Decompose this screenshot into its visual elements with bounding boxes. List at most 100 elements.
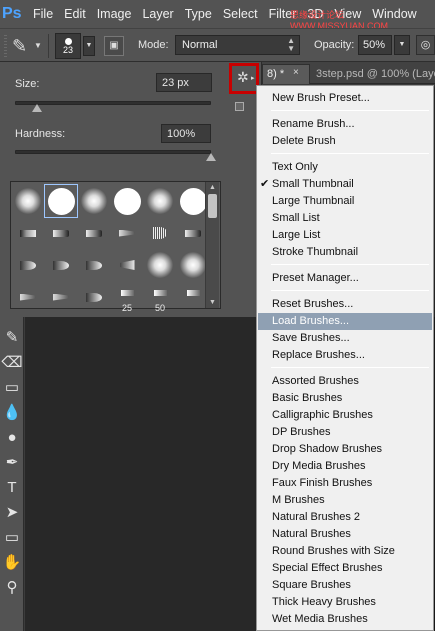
brush-preset-3[interactable] (78, 185, 110, 217)
pressure-opacity-icon[interactable]: ◎ (416, 35, 435, 55)
brush-tool-icon[interactable]: ✎ (12, 36, 27, 57)
menu-select[interactable]: Select (220, 7, 266, 21)
brush-grid-scrollbar[interactable]: ▲ ▼ (205, 182, 219, 308)
menu-item-dry-media-brushes[interactable]: Dry Media Brushes (258, 458, 432, 475)
size-slider-thumb[interactable] (31, 104, 42, 112)
brush-preset-10[interactable] (111, 217, 143, 249)
brush-preset-picker[interactable]: 23 (55, 33, 81, 59)
brush-panel-toggle-icon[interactable]: ▣ (104, 36, 124, 56)
opacity-label: Opacity: (314, 39, 355, 51)
tab-current-document[interactable]: 8) * × (262, 64, 310, 84)
scroll-up-icon[interactable]: ▲ (209, 184, 216, 191)
brush-preset-size: 50 (154, 303, 165, 313)
gradient-icon[interactable]: ▭ (0, 377, 24, 399)
brush-preset-13[interactable] (12, 249, 44, 281)
brush-preset-11[interactable] (144, 217, 176, 249)
menu-item-new-brush-preset[interactable]: New Brush Preset... (258, 90, 432, 107)
menu-item-small-list[interactable]: Small List (258, 210, 432, 227)
brush-preset-1[interactable] (12, 185, 44, 217)
close-tab-icon[interactable]: × (293, 67, 299, 78)
brush-preset-5[interactable] (144, 185, 176, 217)
menu-item-calligraphic-brushes[interactable]: Calligraphic Brushes (258, 407, 432, 424)
menu-item-large-list[interactable]: Large List (258, 227, 432, 244)
brush-preset-4[interactable] (111, 185, 143, 217)
type-icon[interactable]: T (0, 477, 24, 499)
menu-item-delete-brush[interactable]: Delete Brush (258, 133, 432, 150)
panel-menu-button[interactable]: ✲ ▸ (229, 63, 259, 94)
mode-label: Mode: (138, 39, 169, 51)
eraser-icon[interactable]: ⌫ (0, 352, 24, 374)
hand-icon[interactable]: ✋ (0, 552, 24, 574)
menu-separator (271, 367, 429, 368)
menu-edit[interactable]: Edit (61, 7, 94, 21)
brush-preset-21[interactable] (78, 281, 110, 313)
brush-preset-22[interactable]: 25 (111, 281, 143, 313)
menu-item-square-brushes[interactable]: Square Brushes (258, 577, 432, 594)
rectangle-icon[interactable]: ▭ (0, 527, 24, 549)
brush-picker-caret-icon[interactable]: ▼ (83, 36, 95, 56)
menu-item-rename-brush[interactable]: Rename Brush... (258, 116, 432, 133)
opacity-slider-caret-icon[interactable]: ▼ (394, 35, 410, 55)
menu-item-m-brushes[interactable]: M Brushes (258, 492, 432, 509)
menu-file[interactable]: File (30, 7, 61, 21)
brush-preset-20[interactable] (45, 281, 77, 313)
brush-preset-9[interactable] (78, 217, 110, 249)
menu-item-dp-brushes[interactable]: DP Brushes (258, 424, 432, 441)
menu-item-save-brushes[interactable]: Save Brushes... (258, 330, 432, 347)
size-slider[interactable] (15, 101, 211, 105)
menu-item-reset-brushes[interactable]: Reset Brushes... (258, 296, 432, 313)
brush-icon[interactable]: ✎ (0, 327, 24, 349)
path-select-icon[interactable]: ➤ (0, 502, 24, 524)
mode-select[interactable]: Normal ▲ ▼ (175, 35, 300, 55)
menu-item-replace-brushes[interactable]: Replace Brushes... (258, 347, 432, 364)
menu-type[interactable]: Type (182, 7, 220, 21)
menu-item-thick-heavy-brushes[interactable]: Thick Heavy Brushes (258, 594, 432, 611)
hardness-slider[interactable] (15, 150, 211, 154)
menu-item-small-thumbnail[interactable]: ✔ Small Thumbnail (258, 176, 432, 193)
hardness-input[interactable]: 100% (161, 124, 211, 143)
new-preset-icon[interactable] (235, 102, 244, 111)
brush-tip-soft-icon (147, 252, 173, 278)
menu-item-load-brushes[interactable]: Load Brushes... (258, 313, 432, 330)
brush-preset-19[interactable] (12, 281, 44, 313)
brush-tip-flat-icon (185, 229, 201, 237)
dodge-icon[interactable]: ● (0, 427, 24, 449)
brush-preset-15[interactable] (78, 249, 110, 281)
hardness-slider-thumb[interactable] (206, 153, 216, 161)
opacity-input[interactable]: 50% (358, 35, 392, 55)
pen-icon[interactable]: ✒ (0, 452, 24, 474)
tool-preset-caret-icon[interactable]: ▼ (34, 41, 42, 50)
menu-item-faux-finish-brushes[interactable]: Faux Finish Brushes (258, 475, 432, 492)
menu-item-text-only[interactable]: Text Only (258, 159, 432, 176)
zoom-icon[interactable]: ⚲ (0, 577, 24, 599)
brush-preset-7[interactable] (12, 217, 44, 249)
options-bar-grip[interactable] (4, 35, 7, 57)
menu-item-natural-brushes-2[interactable]: Natural Brushes 2 (258, 509, 432, 526)
menu-item-label: Text Only (272, 161, 318, 173)
brush-preset-23[interactable]: 50 (144, 281, 176, 313)
brush-preset-2[interactable] (44, 184, 78, 218)
menu-item-stroke-thumbnail[interactable]: Stroke Thumbnail (258, 244, 432, 261)
tab-3step-document[interactable]: 3step.psd @ 100% (Layer (312, 65, 435, 84)
menu-item-assorted-brushes[interactable]: Assorted Brushes (258, 373, 432, 390)
menu-item-wet-media-brushes[interactable]: Wet Media Brushes (258, 611, 432, 628)
brush-preset-8[interactable] (45, 217, 77, 249)
menu-item-basic-brushes[interactable]: Basic Brushes (258, 390, 432, 407)
brush-preset-17[interactable] (144, 249, 176, 281)
brush-preset-14[interactable] (45, 249, 77, 281)
menu-item-special-effect-brushes[interactable]: Special Effect Brushes (258, 560, 432, 577)
menu-item-drop-shadow-brushes[interactable]: Drop Shadow Brushes (258, 441, 432, 458)
menu-layer[interactable]: Layer (139, 7, 181, 21)
blur-icon[interactable]: 💧 (0, 402, 24, 424)
brush-tip-stroke-icon (20, 229, 36, 237)
size-input[interactable]: 23 px (156, 73, 212, 92)
menu-image[interactable]: Image (94, 7, 140, 21)
menu-item-round-brushes-with-size[interactable]: Round Brushes with Size (258, 543, 432, 560)
menu-item-label: New Brush Preset... (272, 92, 370, 104)
scroll-thumb[interactable] (208, 194, 217, 218)
brush-preset-16[interactable] (111, 249, 143, 281)
scroll-down-icon[interactable]: ▼ (209, 299, 216, 306)
menu-item-preset-manager[interactable]: Preset Manager... (258, 270, 432, 287)
menu-item-large-thumbnail[interactable]: Large Thumbnail (258, 193, 432, 210)
menu-item-natural-brushes[interactable]: Natural Brushes (258, 526, 432, 543)
